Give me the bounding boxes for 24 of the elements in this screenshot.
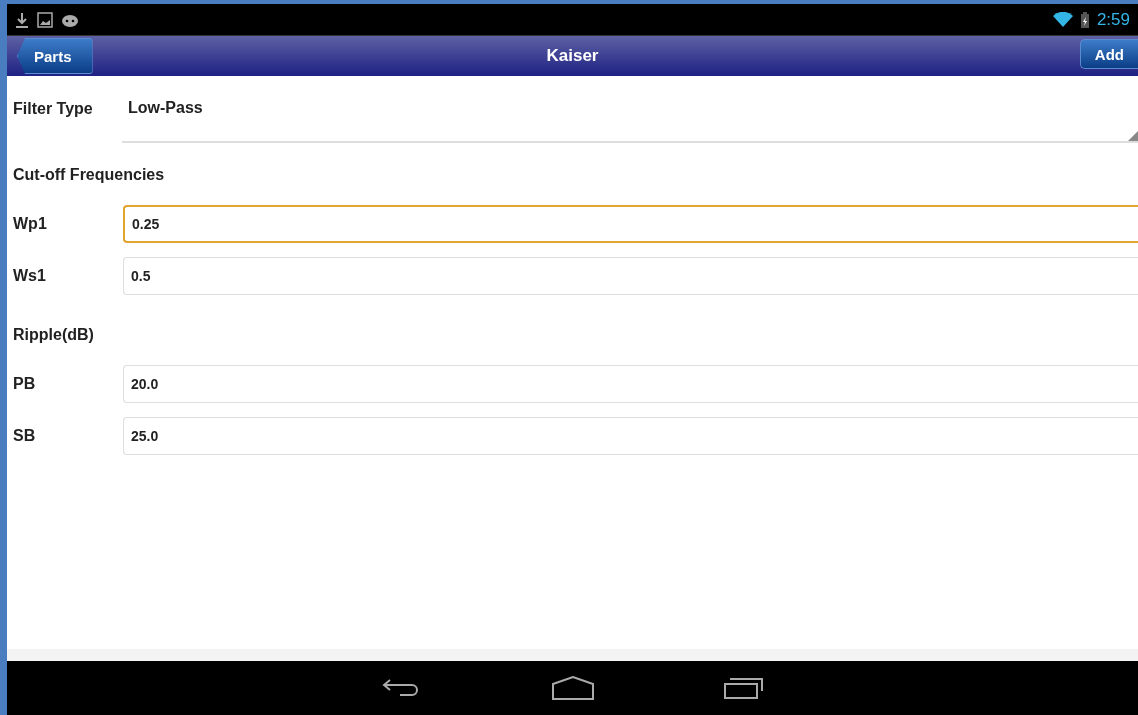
image-icon — [37, 11, 53, 28]
input-field[interactable]: 25.0 — [123, 417, 1138, 455]
field-label: SB — [13, 427, 37, 445]
status-time: 2:59 — [1096, 9, 1130, 30]
battery-icon — [1080, 11, 1089, 28]
screen-title: Kaiser — [546, 46, 599, 66]
add-button[interactable]: Add — [1079, 39, 1138, 69]
field-label: PB — [13, 375, 37, 393]
dropdown-corner-icon — [1128, 131, 1138, 141]
input-field[interactable]: 0.5 — [123, 257, 1138, 295]
recent-apps-icon[interactable] — [723, 677, 764, 699]
section-heading: Ripple(dB) — [13, 325, 95, 345]
back-button[interactable]: Parts — [17, 38, 93, 74]
field-label: Wp1 — [13, 215, 48, 233]
download-icon — [15, 11, 29, 28]
filter-dropdown[interactable]: Low-Pass — [122, 75, 1138, 143]
field-label: Filter Type — [13, 100, 94, 118]
input-field[interactable]: 20.0 — [123, 365, 1138, 403]
section-heading: Cut-off Frequencies — [13, 165, 166, 185]
android-icon — [61, 12, 79, 27]
input-field[interactable]: 0.25 — [123, 205, 1138, 243]
field-label: Ws1 — [13, 267, 47, 285]
wifi-icon — [1052, 12, 1073, 27]
home-icon[interactable] — [551, 676, 594, 700]
